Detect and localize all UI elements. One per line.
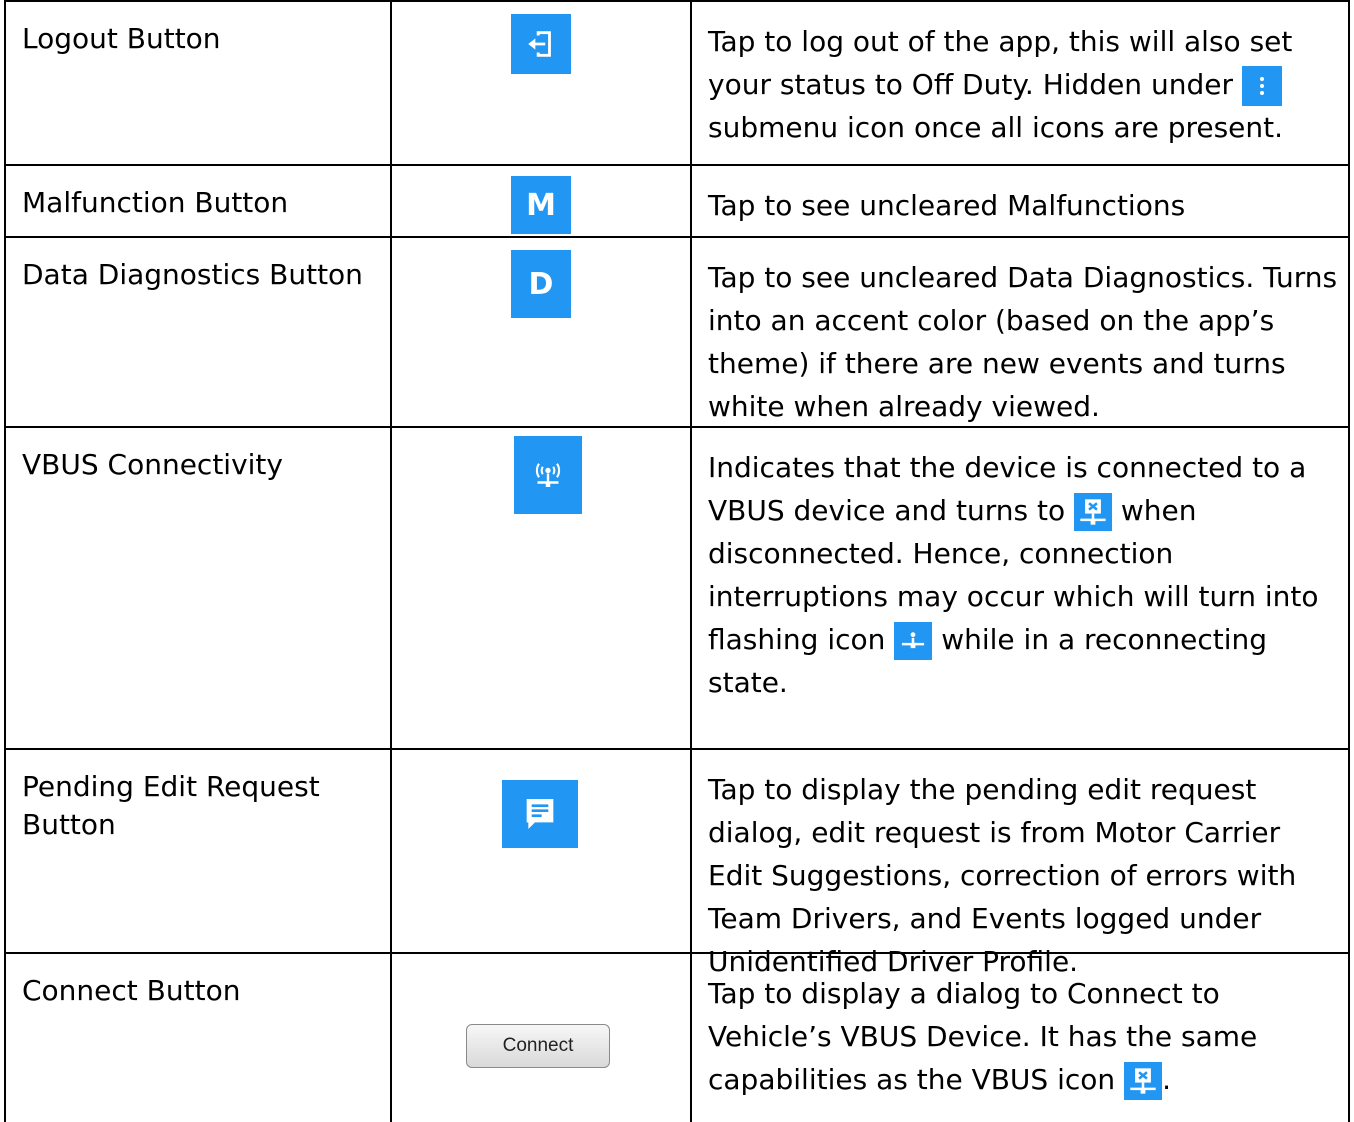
vbus-disconnected-icon xyxy=(1124,1062,1163,1100)
table-row-data-diagnostics: Data Diagnostics Button D Tap to see unc… xyxy=(4,236,1350,426)
row-desc-pending-edit-request: Tap to display the pending edit request … xyxy=(708,773,1297,978)
connect-button[interactable]: Connect xyxy=(466,1024,610,1068)
table-row-malfunction: Malfunction Button M Tap to see uncleare… xyxy=(4,164,1350,236)
submenu-icon xyxy=(1241,66,1282,106)
table-border-col1 xyxy=(390,0,392,1122)
row-desc-malfunction: Tap to see uncleared Malfunctions xyxy=(708,189,1186,222)
row-name-data-diagnostics: Data Diagnostics Button xyxy=(22,258,363,291)
table-row-vbus-connectivity: VBUS Connectivity Indicates that the dev… xyxy=(4,426,1350,748)
row-desc-data-diagnostics: Tap to see uncleared Data Diagnostics. T… xyxy=(708,261,1338,423)
row-name-logout: Logout Button xyxy=(22,22,221,55)
row-name-pending-edit-request: Pending Edit Request Button xyxy=(22,770,320,841)
row-name-vbus-connectivity: VBUS Connectivity xyxy=(22,448,283,481)
table-border-right xyxy=(1348,0,1350,1122)
vbus-disconnected-icon xyxy=(1073,493,1112,531)
data-diagnostics-d-icon[interactable]: D xyxy=(511,250,571,318)
vbus-reconnecting-icon xyxy=(894,622,933,660)
table-border-left xyxy=(4,0,6,1122)
logout-icon[interactable] xyxy=(511,14,571,74)
row-desc-vbus-connectivity: Indicates that the device is connected t… xyxy=(708,451,1319,699)
table-border-col2 xyxy=(690,0,692,1122)
row-desc-logout: Tap to log out of the app, this will als… xyxy=(708,25,1293,144)
row-name-malfunction: Malfunction Button xyxy=(22,186,289,219)
edit-request-message-icon[interactable] xyxy=(502,780,578,848)
table-row-connect-button: Connect Button Connect Tap to display a … xyxy=(4,952,1350,1122)
row-name-connect-button: Connect Button xyxy=(22,974,241,1007)
table-row-logout: Logout Button Tap to log out of the app,… xyxy=(4,0,1350,164)
malfunction-m-icon[interactable]: M xyxy=(511,176,571,234)
table-row-pending-edit-request: Pending Edit Request Button Tap to displ… xyxy=(4,748,1350,978)
vbus-connected-icon[interactable] xyxy=(514,436,582,514)
row-desc-connect-button: Tap to display a dialog to Connect to Ve… xyxy=(708,972,1338,1101)
